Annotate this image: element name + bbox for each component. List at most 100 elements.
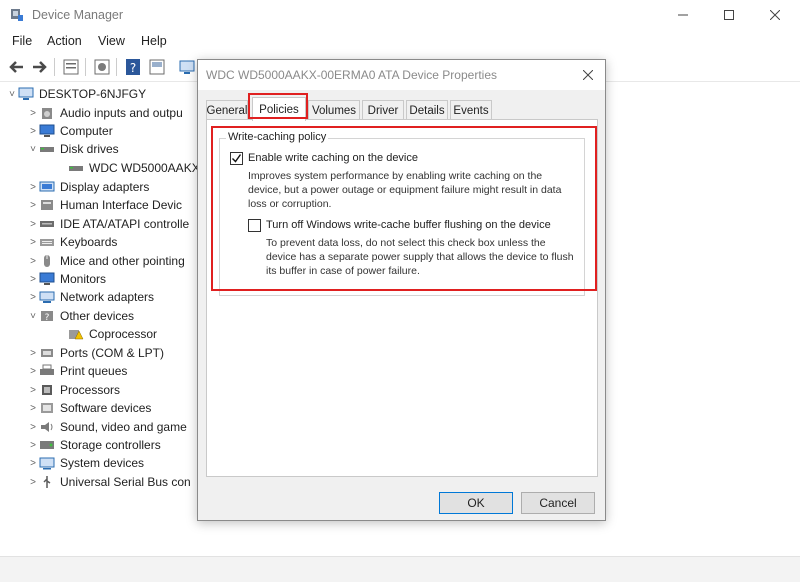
tree-item-label: Network adapters xyxy=(60,290,155,304)
tree-item-usb[interactable]: > Universal Serial Bus con xyxy=(0,473,200,491)
display-adapter-icon xyxy=(39,181,55,192)
chevron-down-icon[interactable]: ˅ xyxy=(6,89,18,100)
tree-item-label: Audio inputs and outpu xyxy=(60,106,183,120)
chevron-right-icon[interactable]: > xyxy=(27,403,39,414)
menu-action[interactable]: Action xyxy=(47,34,82,48)
scan-hardware-icon[interactable] xyxy=(178,58,196,76)
chevron-right-icon[interactable]: > xyxy=(27,366,39,377)
chevron-right-icon[interactable]: > xyxy=(27,219,39,230)
tree-item-audio[interactable]: > Audio inputs and outpu xyxy=(0,104,200,122)
tree-item-ports[interactable]: > Ports (COM & LPT) xyxy=(0,344,200,362)
sound-icon xyxy=(41,422,53,432)
port-icon xyxy=(41,349,53,357)
tree-item-label: Human Interface Devic xyxy=(60,198,183,212)
tree-item-computer[interactable]: > Computer xyxy=(0,122,200,140)
back-arrow-icon[interactable] xyxy=(8,58,26,76)
hid-icon xyxy=(41,200,53,210)
menu-file[interactable]: File xyxy=(12,34,32,48)
printer-icon xyxy=(40,364,54,375)
tree-item-sound[interactable]: > Sound, video and game xyxy=(0,418,200,436)
ide-icon xyxy=(40,221,54,227)
tree-item-display-adapters[interactable]: > Display adapters xyxy=(0,178,200,196)
policies-tab-highlight xyxy=(248,93,308,119)
tree-item-label: Print queues xyxy=(60,364,128,378)
tab-driver[interactable]: Driver xyxy=(362,100,404,120)
tree-item-root[interactable]: ˅ DESKTOP-6NJFGY xyxy=(0,85,200,103)
tree-item-label: System devices xyxy=(60,456,145,470)
storage-icon xyxy=(40,441,54,449)
tree-item-hid[interactable]: > Human Interface Devic xyxy=(0,196,200,214)
tab-details[interactable]: Details xyxy=(406,100,448,120)
chevron-down-icon[interactable]: ˅ xyxy=(27,311,39,322)
chevron-right-icon[interactable]: > xyxy=(27,256,39,267)
dialog-title-bar: WDC WD5000AAKX-00ERMA0 ATA Device Proper… xyxy=(198,60,605,90)
update-driver-icon[interactable] xyxy=(93,58,111,76)
tree-item-label: Coprocessor xyxy=(89,327,158,341)
tree-item-software-devices[interactable]: > Software devices xyxy=(0,399,200,417)
help-icon[interactable]: ? xyxy=(124,58,142,76)
tree-item-label: Sound, video and game xyxy=(60,420,187,434)
tree-item-label: WDC WD5000AAKX- xyxy=(89,161,200,175)
tree-item-label: Display adapters xyxy=(60,180,150,194)
system-icon xyxy=(39,457,55,470)
dialog-close-button[interactable] xyxy=(577,64,599,86)
chevron-right-icon[interactable]: > xyxy=(27,200,39,211)
tree-item-processors[interactable]: > Processors xyxy=(0,381,200,399)
maximize-button[interactable] xyxy=(706,0,752,30)
ok-button[interactable]: OK xyxy=(439,492,513,514)
tree-item-other-devices[interactable]: ˅ ? Other devices xyxy=(0,307,200,325)
menu-view[interactable]: View xyxy=(98,34,125,48)
show-hidden-icon[interactable] xyxy=(148,58,166,76)
monitor-icon xyxy=(39,124,55,137)
chevron-right-icon[interactable]: > xyxy=(27,422,39,433)
cancel-button[interactable]: Cancel xyxy=(521,492,595,514)
tree-item-ide[interactable]: > IDE ATA/ATAPI controlle xyxy=(0,215,200,233)
tree-item-network[interactable]: > Network adapters xyxy=(0,288,200,306)
device-manager-icon xyxy=(11,9,23,21)
tree-item-coprocessor[interactable]: Coprocessor xyxy=(0,325,200,343)
tree-item-storage[interactable]: > Storage controllers xyxy=(0,436,200,454)
chevron-right-icon[interactable]: > xyxy=(27,458,39,469)
minimize-button[interactable] xyxy=(660,0,706,30)
close-icon xyxy=(583,70,593,80)
tab-events[interactable]: Events xyxy=(450,100,492,120)
tab-volumes[interactable]: Volumes xyxy=(308,100,360,120)
tree-item-disk-drives[interactable]: ˅ Disk drives xyxy=(0,140,200,158)
chevron-right-icon[interactable]: > xyxy=(27,348,39,359)
tree-item-monitors[interactable]: > Monitors xyxy=(0,270,200,288)
chevron-down-icon[interactable]: ˅ xyxy=(27,144,39,155)
disk-icon xyxy=(40,147,54,152)
chevron-right-icon[interactable]: > xyxy=(27,292,39,303)
warning-device-icon xyxy=(69,330,84,340)
chevron-right-icon[interactable]: > xyxy=(27,274,39,285)
computer-icon xyxy=(18,87,34,100)
software-icon xyxy=(41,403,53,413)
chevron-right-icon[interactable]: > xyxy=(27,440,39,451)
chevron-right-icon[interactable]: > xyxy=(27,182,39,193)
processor-icon xyxy=(42,385,52,395)
svg-text:?: ? xyxy=(45,313,50,323)
tab-general[interactable]: General xyxy=(206,100,248,120)
tree-item-keyboards[interactable]: > Keyboards xyxy=(0,233,200,251)
tree-item-wdc-disk[interactable]: WDC WD5000AAKX- xyxy=(0,159,200,177)
chevron-right-icon[interactable]: > xyxy=(27,237,39,248)
toolbar-separator xyxy=(54,58,55,76)
keyboard-icon xyxy=(40,239,54,246)
mouse-icon xyxy=(44,255,50,267)
chevron-right-icon[interactable]: > xyxy=(27,385,39,396)
properties-icon[interactable] xyxy=(62,58,80,76)
tree-item-system-devices[interactable]: > System devices xyxy=(0,454,200,472)
chevron-right-icon[interactable]: > xyxy=(27,126,39,137)
tree-item-print-queues[interactable]: > Print queues xyxy=(0,362,200,380)
tree-item-label: Computer xyxy=(60,124,113,138)
close-button[interactable] xyxy=(752,0,798,30)
chevron-right-icon[interactable]: > xyxy=(27,477,39,488)
chevron-right-icon[interactable]: > xyxy=(27,108,39,119)
other-devices-icon: ? xyxy=(41,311,53,323)
tree-item-label: Monitors xyxy=(60,272,107,286)
tree-item-mice[interactable]: > Mice and other pointing xyxy=(0,252,200,270)
write-caching-highlight xyxy=(211,126,597,291)
menu-help[interactable]: Help xyxy=(141,34,167,48)
tree-item-label: Mice and other pointing xyxy=(60,254,185,268)
forward-arrow-icon[interactable] xyxy=(30,58,48,76)
